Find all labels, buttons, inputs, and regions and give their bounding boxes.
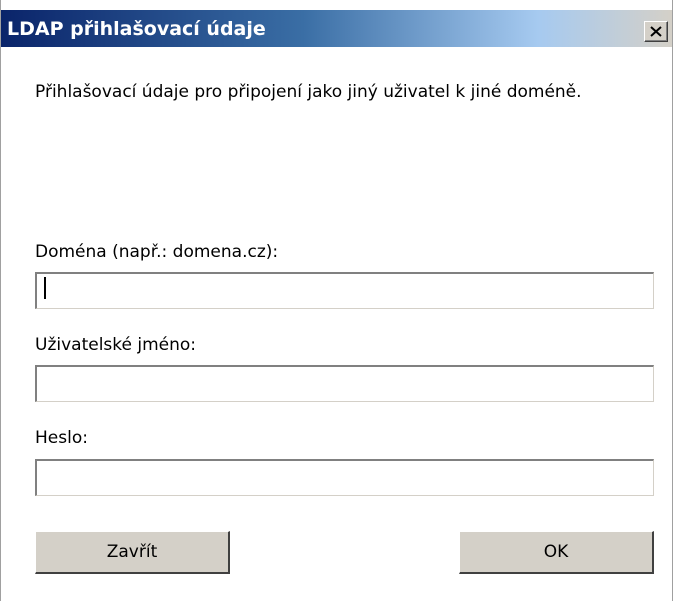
domain-label: Doména (např.: domena.cz): [35, 242, 279, 262]
password-label: Heslo: [35, 428, 88, 448]
username-label: Uživatelské jméno: [35, 335, 197, 355]
text-cursor [44, 277, 46, 299]
close-window-button[interactable] [644, 21, 668, 42]
close-button[interactable]: Zavřít [35, 531, 230, 574]
window-title: LDAP přihlašovací údaje [7, 18, 266, 40]
username-input[interactable] [35, 365, 654, 402]
ldap-login-dialog: LDAP přihlašovací údaje Přihlašovací úda… [0, 0, 673, 601]
dialog-description: Přihlašovací údaje pro připojení jako ji… [35, 82, 582, 102]
domain-input[interactable] [35, 272, 654, 309]
ok-button[interactable]: OK [459, 531, 654, 574]
close-icon [650, 26, 662, 37]
password-input[interactable] [35, 459, 654, 496]
title-bar[interactable]: LDAP přihlašovací údaje [1, 10, 672, 47]
